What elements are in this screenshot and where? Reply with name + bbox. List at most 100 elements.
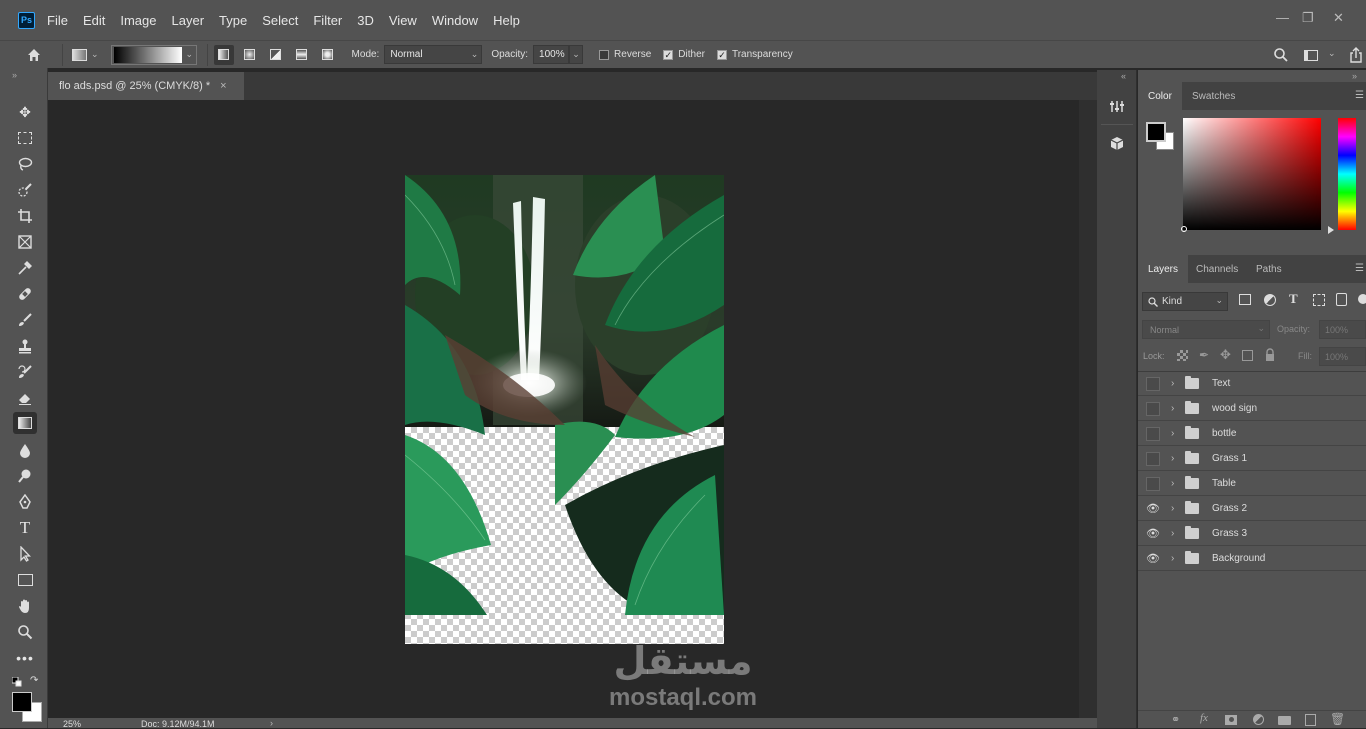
layer-row[interactable]: › bottle bbox=[1138, 422, 1366, 446]
layer-row[interactable]: 👁 › Grass 2 bbox=[1138, 497, 1366, 521]
link-layers-icon[interactable]: ⚭ bbox=[1171, 713, 1180, 726]
close-document-icon[interactable]: × bbox=[220, 80, 226, 92]
color-panel-menu-icon[interactable]: ☰ bbox=[1355, 90, 1364, 101]
workspace-dropdown-icon[interactable]: ⌄ bbox=[1328, 48, 1336, 59]
layer-row[interactable]: 👁 › Background bbox=[1138, 547, 1366, 571]
reflected-gradient-button[interactable] bbox=[292, 45, 312, 65]
new-layer-icon[interactable] bbox=[1305, 714, 1316, 726]
history-brush-tool-icon[interactable] bbox=[13, 361, 37, 383]
zoom-tool-icon[interactable] bbox=[13, 621, 37, 643]
menu-edit[interactable]: Edit bbox=[83, 13, 105, 28]
visibility-toggle[interactable] bbox=[1146, 476, 1160, 491]
eye-icon[interactable]: 👁 bbox=[1146, 527, 1160, 541]
opacity-dropdown[interactable]: ⌄ bbox=[569, 45, 584, 64]
transparency-checkbox[interactable]: ✓ Transparency bbox=[716, 49, 793, 60]
marquee-tool-icon[interactable] bbox=[13, 127, 37, 149]
3d-cube-icon[interactable] bbox=[1109, 136, 1125, 155]
dither-checkbox[interactable]: ✓ Dither bbox=[663, 49, 705, 60]
filter-smart-object-icon[interactable] bbox=[1336, 293, 1347, 306]
tab-channels[interactable]: Channels bbox=[1186, 255, 1248, 283]
expand-group-icon[interactable]: › bbox=[1171, 503, 1179, 514]
diamond-gradient-button[interactable] bbox=[318, 45, 338, 65]
tool-preset-icon[interactable] bbox=[69, 45, 89, 65]
restore-icon[interactable]: ❐ bbox=[1302, 10, 1314, 26]
visibility-toggle[interactable] bbox=[1146, 401, 1160, 416]
reverse-checkbox[interactable]: Reverse bbox=[599, 49, 651, 60]
tab-swatches[interactable]: Swatches bbox=[1182, 82, 1245, 110]
lock-transparency-icon[interactable] bbox=[1177, 350, 1188, 361]
radial-gradient-button[interactable] bbox=[240, 45, 260, 65]
color-field[interactable] bbox=[1183, 118, 1321, 230]
share-icon[interactable] bbox=[1346, 45, 1366, 65]
layer-style-icon[interactable]: fx bbox=[1200, 712, 1208, 724]
expand-group-icon[interactable]: › bbox=[1171, 478, 1179, 489]
menu-help[interactable]: Help bbox=[493, 13, 520, 28]
expand-panels-icon[interactable]: « bbox=[1121, 71, 1126, 81]
properties-icon[interactable] bbox=[1109, 98, 1125, 117]
menu-image[interactable]: Image bbox=[120, 13, 156, 28]
layer-row[interactable]: › Text bbox=[1138, 372, 1366, 396]
color-panel-foreground-swatch[interactable] bbox=[1146, 122, 1166, 142]
layer-filter-select[interactable]: Kind ⌄ bbox=[1142, 292, 1228, 311]
tab-color[interactable]: Color bbox=[1138, 82, 1182, 110]
expand-group-icon[interactable]: › bbox=[1171, 428, 1179, 439]
layers-panel-menu-icon[interactable]: ☰ bbox=[1355, 263, 1364, 274]
tab-layers[interactable]: Layers bbox=[1138, 255, 1189, 283]
fill-input[interactable]: 100% bbox=[1319, 347, 1366, 366]
dodge-tool-icon[interactable] bbox=[13, 465, 37, 487]
frame-tool-icon[interactable] bbox=[13, 231, 37, 253]
pen-tool-icon[interactable] bbox=[13, 491, 37, 513]
preset-dropdown-icon[interactable]: ⌄ bbox=[91, 49, 99, 60]
visibility-toggle[interactable] bbox=[1146, 376, 1160, 391]
layer-row[interactable]: › Table bbox=[1138, 472, 1366, 496]
brush-tool-icon[interactable] bbox=[13, 309, 37, 331]
expand-group-icon[interactable]: › bbox=[1171, 528, 1179, 539]
default-colors-icon[interactable] bbox=[11, 676, 22, 690]
eye-icon[interactable]: 👁 bbox=[1146, 502, 1160, 516]
layer-row[interactable]: › wood sign bbox=[1138, 397, 1366, 421]
expand-group-icon[interactable]: › bbox=[1171, 403, 1179, 414]
layer-row[interactable]: 👁 › Grass 3 bbox=[1138, 522, 1366, 546]
document-tab[interactable]: flo ads.psd @ 25% (CMYK/8) * × bbox=[48, 72, 244, 100]
menu-select[interactable]: Select bbox=[262, 13, 298, 28]
dither-check-box[interactable]: ✓ bbox=[663, 49, 674, 60]
adjustment-layer-icon[interactable] bbox=[1253, 714, 1264, 725]
quick-selection-tool-icon[interactable] bbox=[13, 179, 37, 201]
blend-mode-select[interactable]: Normal ⌄ bbox=[1142, 320, 1270, 339]
document-canvas[interactable] bbox=[405, 175, 724, 644]
filter-shape-icon[interactable] bbox=[1313, 294, 1325, 306]
menu-file[interactable]: File bbox=[47, 13, 68, 28]
tab-paths[interactable]: Paths bbox=[1246, 255, 1292, 283]
path-selection-tool-icon[interactable] bbox=[13, 543, 37, 565]
reverse-check-box[interactable] bbox=[599, 49, 610, 60]
visibility-toggle[interactable] bbox=[1146, 451, 1160, 466]
status-arrow-icon[interactable]: › bbox=[270, 718, 273, 728]
layer-mask-icon[interactable] bbox=[1225, 715, 1237, 725]
lock-position-icon[interactable]: ✥ bbox=[1220, 347, 1231, 363]
color-picker-marker[interactable] bbox=[1181, 226, 1187, 232]
angle-gradient-button[interactable] bbox=[266, 45, 286, 65]
gradient-picker[interactable]: ⌄ bbox=[110, 44, 197, 65]
lasso-tool-icon[interactable] bbox=[13, 153, 37, 175]
filter-toggle-icon[interactable] bbox=[1358, 294, 1366, 304]
move-tool-icon[interactable]: ✥ bbox=[13, 101, 37, 123]
minimize-icon[interactable]: — bbox=[1276, 10, 1289, 25]
lock-all-icon[interactable] bbox=[1265, 348, 1275, 361]
mode-select[interactable]: Normal ⌄ bbox=[384, 45, 483, 64]
visibility-toggle[interactable] bbox=[1146, 426, 1160, 441]
home-icon[interactable] bbox=[24, 45, 44, 65]
clone-stamp-tool-icon[interactable] bbox=[13, 335, 37, 357]
search-icon[interactable] bbox=[1271, 45, 1291, 65]
delete-layer-icon[interactable]: 🗑 bbox=[1330, 712, 1345, 726]
rectangle-tool-icon[interactable] bbox=[13, 569, 37, 591]
collapse-right-panels-icon[interactable]: » bbox=[1352, 71, 1357, 81]
workspace-icon[interactable] bbox=[1301, 45, 1321, 65]
type-tool-icon[interactable]: T bbox=[13, 517, 37, 539]
crop-tool-icon[interactable] bbox=[13, 205, 37, 227]
lock-artboard-icon[interactable] bbox=[1242, 350, 1253, 361]
collapse-panel-icon[interactable]: » bbox=[12, 70, 17, 80]
lock-pixels-icon[interactable]: ✒ bbox=[1199, 348, 1209, 362]
menu-view[interactable]: View bbox=[389, 13, 417, 28]
menu-type[interactable]: Type bbox=[219, 13, 247, 28]
expand-group-icon[interactable]: › bbox=[1171, 453, 1179, 464]
